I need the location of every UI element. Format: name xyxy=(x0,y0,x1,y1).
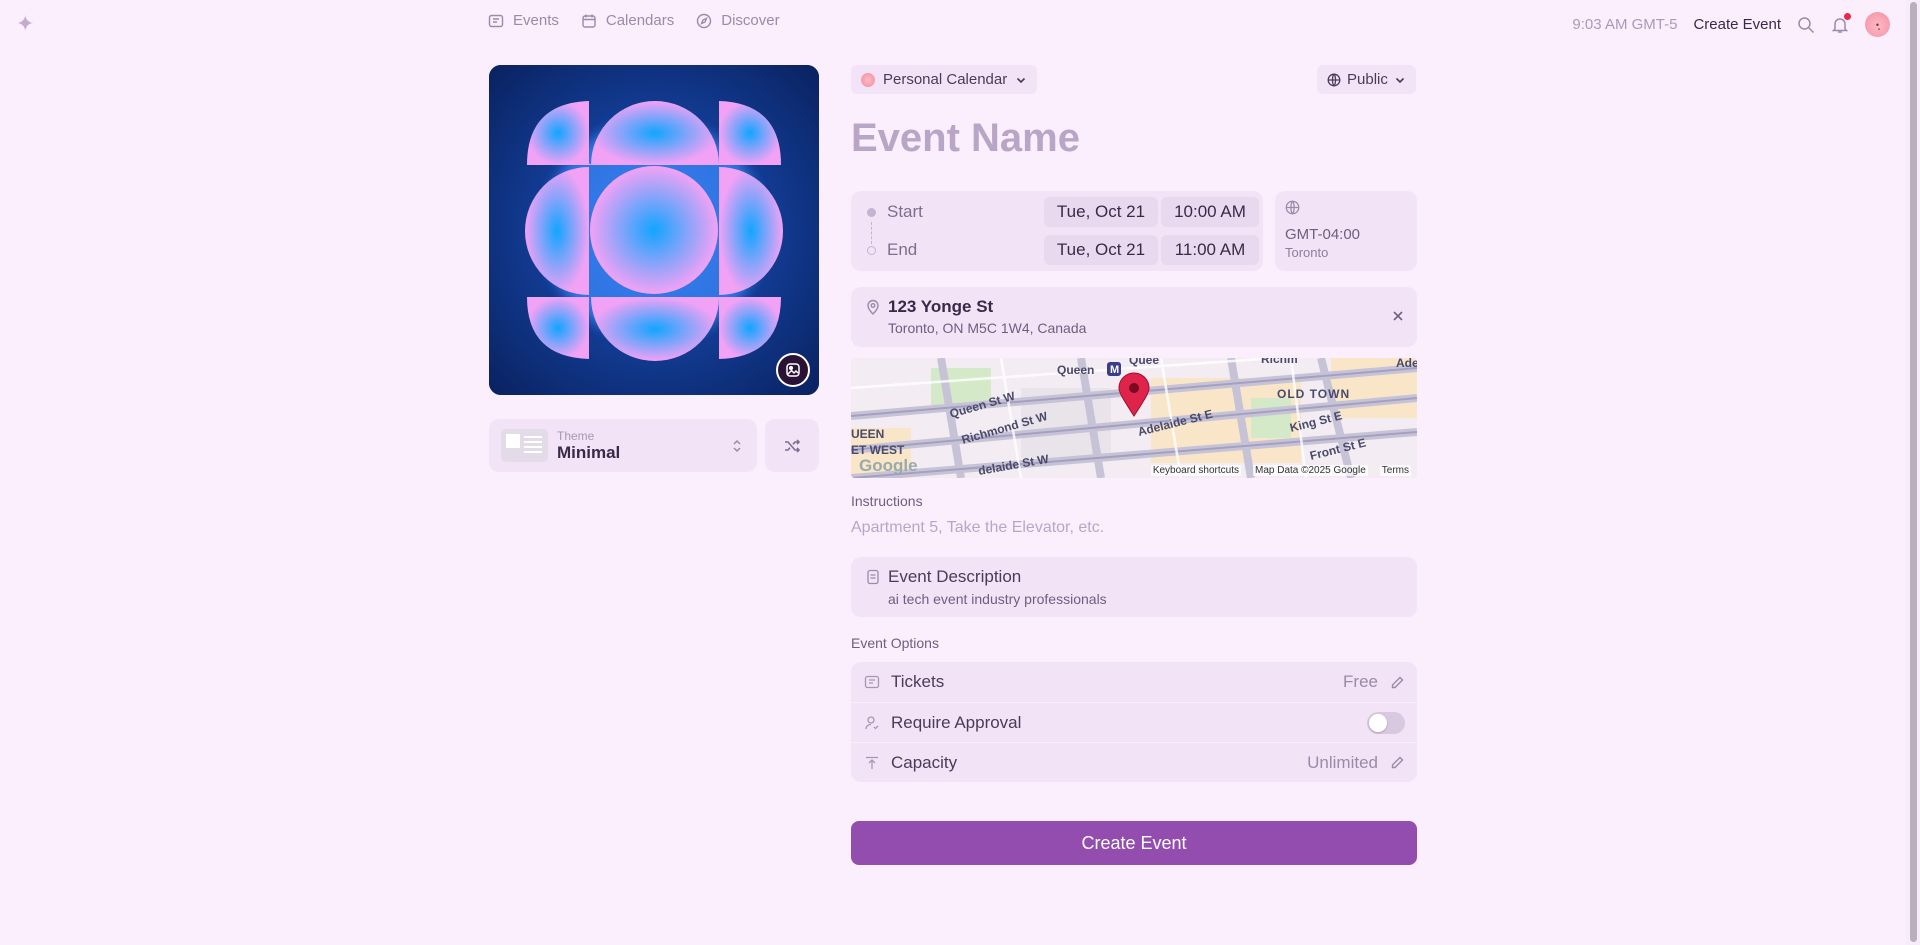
theme-value: Minimal xyxy=(557,442,621,462)
event-cover-image xyxy=(489,65,819,395)
map-canvas: Queen Quee Richm Ade OLD TOWN Queen St W… xyxy=(851,358,1417,478)
timezone-select[interactable]: GMT-04:00 Toronto xyxy=(1275,191,1417,271)
nav-item-label: Events xyxy=(513,12,559,29)
description-title: Event Description xyxy=(888,567,1022,586)
metro-icon: M xyxy=(1110,364,1119,376)
location-pin-icon xyxy=(867,299,879,315)
end-dot-icon xyxy=(867,245,876,255)
event-options-label: Event Options xyxy=(851,635,939,651)
tickets-label: Tickets xyxy=(891,672,945,691)
map-keyboard-shortcuts[interactable]: Keyboard shortcuts xyxy=(1150,465,1241,476)
location-field[interactable]: 123 Yonge St Toronto, ON M5C 1W4, Canada xyxy=(851,287,1417,347)
approval-label: Require Approval xyxy=(891,712,1022,732)
map-footer: Keyboard shortcuts Map Data ©2025 Google… xyxy=(1150,465,1411,476)
create-event-button[interactable]: Create Event xyxy=(851,821,1417,865)
chevron-down-icon xyxy=(1017,77,1026,83)
calendar-select[interactable]: Personal Calendar xyxy=(851,65,1038,94)
search-icon[interactable] xyxy=(1797,16,1815,34)
instructions-input[interactable] xyxy=(851,519,1417,537)
cover-artwork xyxy=(489,65,819,395)
pencil-icon[interactable] xyxy=(1390,675,1405,690)
image-icon xyxy=(786,363,800,377)
google-logo: Google xyxy=(859,456,918,475)
document-icon xyxy=(867,569,879,585)
ticket-icon xyxy=(864,675,880,689)
nav-item-label: Discover xyxy=(721,12,780,29)
capacity-label: Capacity xyxy=(891,752,958,772)
capacity-icon xyxy=(866,756,878,769)
map-label-queen: Queen xyxy=(1057,363,1094,377)
visibility-select[interactable]: Public xyxy=(1317,65,1416,94)
start-row: Start Tue, Oct 21 10:00 AM xyxy=(851,195,1263,229)
main-nav: Events Calendars Discover xyxy=(488,12,780,29)
nav-item-discover[interactable]: Discover xyxy=(696,12,780,29)
current-time: 9:03 AM GMT-5 xyxy=(1572,16,1678,33)
calendar-select-label: Personal Calendar xyxy=(883,71,1008,88)
map-data-credit: Map Data ©2025 Google xyxy=(1252,465,1368,476)
shuffle-icon xyxy=(785,438,801,453)
map-label-queen-w: UEEN xyxy=(851,427,884,441)
event-description-field[interactable]: Event Description ai tech event industry… xyxy=(851,557,1417,617)
visibility-label: Public xyxy=(1347,71,1388,88)
map-label-ade: Ade xyxy=(1396,358,1417,370)
map-label-et-west: ET WEST xyxy=(851,443,905,457)
nav-item-calendars[interactable]: Calendars xyxy=(581,12,674,29)
chevron-up-down-icon xyxy=(733,439,741,452)
nav-item-events[interactable]: Events xyxy=(488,12,559,29)
timezone-city: Toronto xyxy=(1285,245,1329,260)
bell-icon[interactable] xyxy=(1831,12,1851,34)
start-date-field[interactable]: Tue, Oct 21 xyxy=(1044,197,1158,227)
header-actions: 9:03 AM GMT-5 Create Event •͈ xyxy=(1572,12,1890,37)
calendar-avatar xyxy=(861,72,875,87)
start-label: Start xyxy=(887,202,923,221)
start-end-connector xyxy=(871,222,872,244)
option-capacity[interactable]: Capacity Unlimited xyxy=(851,742,1417,782)
theme-selector[interactable]: Theme Minimal xyxy=(489,419,757,472)
close-icon[interactable] xyxy=(1391,309,1405,323)
end-label: End xyxy=(887,240,918,259)
option-require-approval: Require Approval xyxy=(851,702,1417,742)
instructions-label: Instructions xyxy=(851,493,923,509)
notification-dot xyxy=(1844,12,1851,20)
user-check-icon xyxy=(865,715,879,729)
timezone-offset: GMT-04:00 xyxy=(1285,226,1361,243)
theme-label: Theme xyxy=(557,428,595,443)
tickets-value: Free xyxy=(1343,672,1378,691)
end-row: End Tue, Oct 21 11:00 AM xyxy=(851,233,1263,267)
globe-icon xyxy=(1285,200,1300,215)
change-image-button[interactable] xyxy=(776,353,810,387)
datetime-picker: Start Tue, Oct 21 10:00 AM End Tue, Oct … xyxy=(851,191,1263,271)
end-date-field[interactable]: Tue, Oct 21 xyxy=(1044,235,1158,265)
scrollbar-thumb[interactable] xyxy=(1910,2,1917,942)
globe-icon xyxy=(1327,73,1341,86)
theme-thumbnail xyxy=(501,429,548,462)
option-tickets[interactable]: Tickets Free xyxy=(851,662,1417,702)
sparkle-icon[interactable]: ✦ xyxy=(16,11,34,37)
map-label-richmond: Richm xyxy=(1261,358,1298,366)
start-dot-icon xyxy=(867,207,876,217)
location-map[interactable]: Queen Quee Richm Ade OLD TOWN Queen St W… xyxy=(851,358,1417,478)
event-name-input[interactable] xyxy=(851,116,1411,161)
scrollbar[interactable] xyxy=(1906,0,1920,945)
location-title: 123 Yonge St xyxy=(888,297,994,316)
description-text: ai tech event industry professionals xyxy=(888,591,1107,607)
ticket-icon xyxy=(488,14,504,27)
start-time-field[interactable]: 10:00 AM xyxy=(1161,197,1259,227)
shuffle-theme-button[interactable] xyxy=(765,419,819,472)
chevron-down-icon xyxy=(1395,77,1404,83)
create-event-link[interactable]: Create Event xyxy=(1693,16,1781,33)
nav-item-label: Calendars xyxy=(605,12,675,29)
map-terms-link[interactable]: Terms xyxy=(1379,465,1411,476)
map-label-queen2: Quee xyxy=(1129,358,1159,367)
pencil-icon[interactable] xyxy=(1390,755,1405,770)
capacity-value: Unlimited xyxy=(1307,752,1378,772)
event-options: Tickets Free Require Approval Capacity U… xyxy=(851,662,1417,782)
calendar-icon xyxy=(582,14,596,28)
require-approval-toggle[interactable] xyxy=(1367,711,1405,734)
location-address: Toronto, ON M5C 1W4, Canada xyxy=(888,320,1087,336)
avatar[interactable]: •͈ xyxy=(1865,12,1890,37)
compass-icon xyxy=(697,13,712,28)
end-time-field[interactable]: 11:00 AM xyxy=(1161,235,1259,265)
map-label-old-town: OLD TOWN xyxy=(1277,387,1350,401)
